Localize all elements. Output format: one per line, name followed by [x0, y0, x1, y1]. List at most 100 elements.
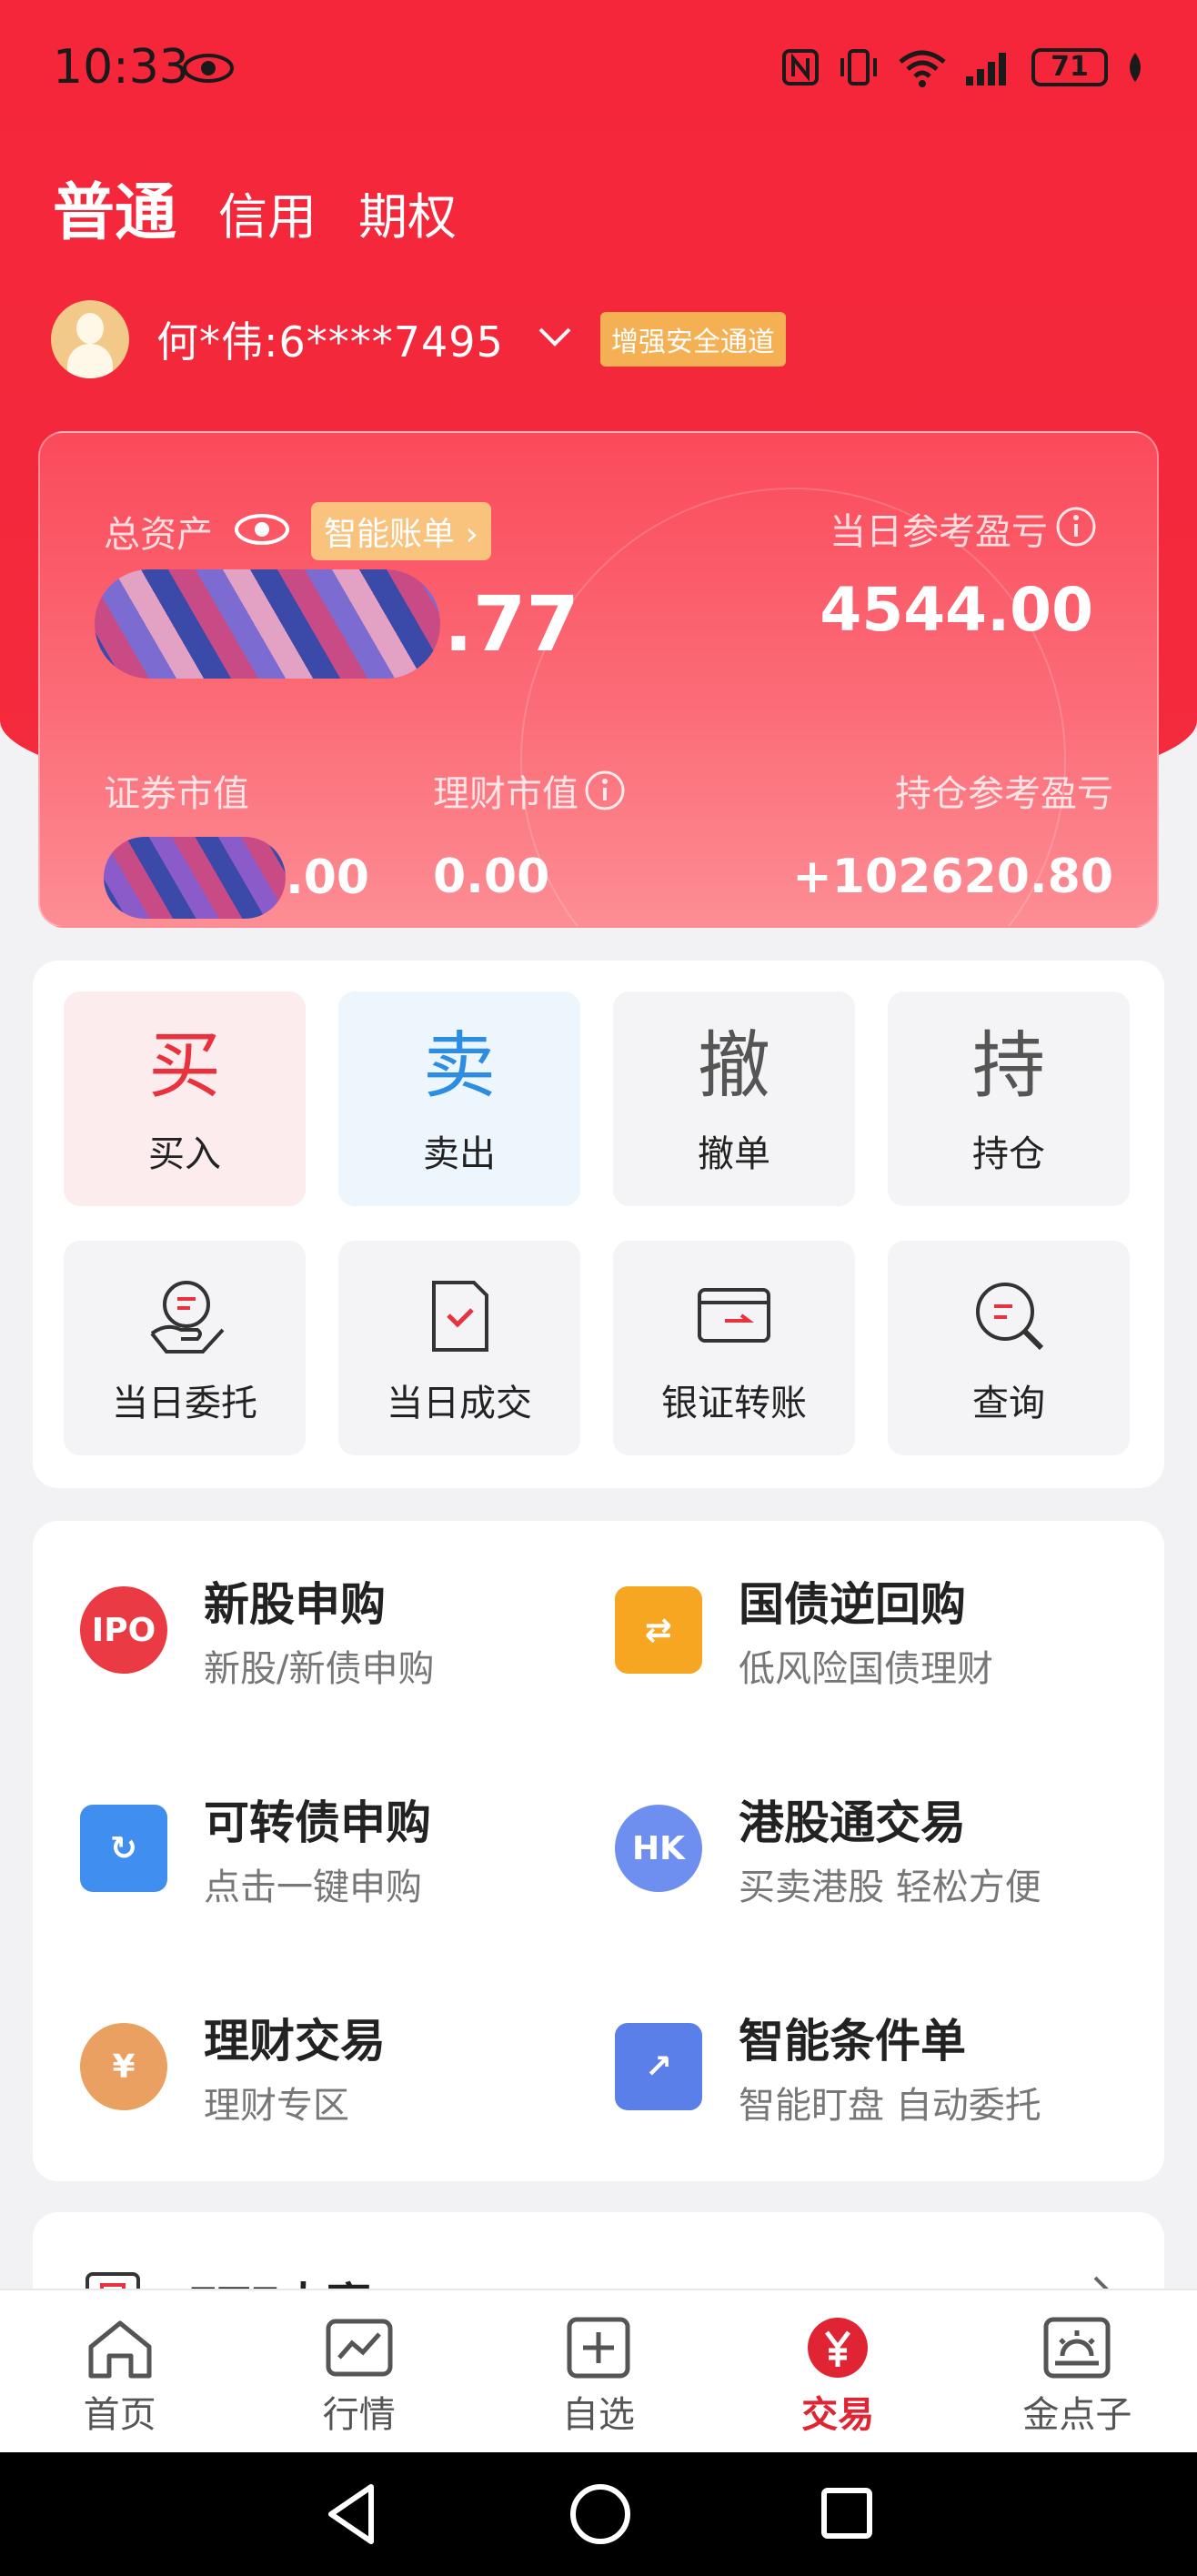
daily-pl-label: 当日参考盈亏 [830, 511, 1048, 553]
service-subtitle: 低风险国债理财 [739, 1648, 993, 1690]
sell-button[interactable]: 卖 卖出 [338, 991, 580, 1206]
tab-watchlist[interactable]: 自选 [478, 2290, 718, 2452]
buy-button[interactable]: 买 买入 [64, 991, 306, 1206]
home-circle-icon[interactable] [566, 2478, 635, 2551]
service-title: 理财交易 [204, 2015, 386, 2068]
query-label: 查询 [972, 1383, 1045, 1424]
privacy-mosaic [104, 837, 286, 919]
service-subtitle: 买卖港股 轻松方便 [739, 1867, 1041, 1908]
account-type-tabs: 普通 信用 期权 [53, 162, 457, 252]
position-pl-value: +102620.80 [792, 850, 1113, 904]
tab-market[interactable]: 行情 [239, 2290, 478, 2452]
hand-document-icon [150, 1281, 225, 1353]
chart-icon [326, 2319, 393, 2377]
eye-toggle-icon[interactable] [233, 511, 291, 551]
buy-label: 买入 [148, 1133, 221, 1175]
positions-button[interactable]: 持 持仓 [888, 991, 1130, 1206]
nfc-icon [782, 49, 819, 86]
cancel-label: 撤单 [698, 1133, 770, 1175]
securities-value-label: 证券市值 [104, 773, 249, 815]
bottom-tab-bar: 首页 行情 自选 交易 金点子 [0, 2289, 1197, 2452]
chevron-down-icon[interactable] [537, 326, 573, 353]
back-icon[interactable] [320, 2478, 384, 2551]
card-transfer-icon [698, 1288, 770, 1343]
wealth-trading-item[interactable]: ¥ 理财交易 理财专区 [80, 2005, 386, 2128]
system-navigation-bar [0, 2452, 1197, 2576]
eye-icon [182, 53, 235, 87]
tab-label: 金点子 [1022, 2394, 1132, 2436]
tab-trade[interactable]: 交易 [719, 2290, 958, 2452]
total-assets-header: 总资产 智能账单 › [104, 502, 491, 560]
today-deals-label: 当日成交 [387, 1383, 532, 1424]
hk-icon: HK [615, 1805, 702, 1892]
tab-home[interactable]: 首页 [0, 2290, 239, 2452]
cancel-glyph: 撤 [698, 1023, 770, 1108]
reverse-repo-item[interactable]: ⇄ 国债逆回购 低风险国债理财 [615, 1568, 993, 1692]
secure-channel-badge[interactable]: 增强安全通道 [599, 312, 786, 367]
info-icon[interactable] [584, 770, 626, 811]
today-deals-button[interactable]: 当日成交 [338, 1241, 580, 1455]
service-title: 港股通交易 [739, 1796, 966, 1849]
buy-glyph: 买 [148, 1023, 221, 1108]
tab-credit[interactable]: 信用 [218, 176, 317, 248]
service-title: 智能条件单 [739, 2015, 966, 2068]
search-icon [976, 1283, 1044, 1351]
battery-level: 71 [1031, 48, 1108, 86]
yuan-icon [808, 2318, 869, 2378]
vibrate-icon [840, 49, 877, 86]
service-title: 可转债申购 [204, 1796, 431, 1849]
positions-glyph: 持 [972, 1023, 1045, 1108]
wifi-icon [899, 50, 946, 87]
daily-pl-header: 当日参考盈亏 [830, 502, 1097, 555]
tab-label: 首页 [83, 2394, 156, 2436]
wealth-value-label: 理财市值 [433, 773, 578, 815]
total-assets-cents: .77 [444, 579, 579, 669]
leaf-icon [1130, 53, 1141, 82]
avatar [51, 300, 129, 378]
status-time: 10:33 [53, 40, 189, 95]
position-pl-label: 持仓参考盈亏 [895, 773, 1113, 815]
recents-icon[interactable] [815, 2478, 879, 2551]
asset-card: 总资产 智能账单 › .77 当日参考盈亏 4544.00 证券市值 理财市值 … [38, 431, 1159, 928]
cancel-order-button[interactable]: 撤 撤单 [613, 991, 855, 1206]
sell-glyph: 卖 [423, 1023, 496, 1108]
tab-ideas[interactable]: 金点子 [958, 2290, 1197, 2452]
quick-actions-panel: 买 买入 卖 卖出 撤 撤单 持 持仓 当日委托 当日成交 银证转账 查询 [33, 961, 1164, 1488]
bank-transfer-button[interactable]: 银证转账 [613, 1241, 855, 1455]
ipo-icon: IPO [80, 1586, 167, 1674]
tab-normal[interactable]: 普通 [53, 162, 176, 252]
account-selector[interactable]: 何*伟:6****7495 增强安全通道 [51, 300, 786, 378]
securities-value-cents: .00 [286, 850, 370, 905]
hk-connect-item[interactable]: HK 港股通交易 买卖港股 轻松方便 [615, 1786, 1041, 1910]
money-bag-icon: ¥ [80, 2023, 167, 2110]
service-title: 国债逆回购 [739, 1578, 966, 1631]
checked-document-icon [432, 1281, 488, 1352]
services-panel: IPO 新股申购 新股/新债申购 ⇄ 国债逆回购 低风险国债理财 ↻ 可转债申购… [33, 1521, 1164, 2181]
today-orders-button[interactable]: 当日委托 [64, 1241, 306, 1455]
wealth-value: 0.00 [433, 850, 550, 904]
query-button[interactable]: 查询 [888, 1241, 1130, 1455]
signal-icon [966, 53, 1006, 86]
tab-options[interactable]: 期权 [358, 176, 457, 248]
service-subtitle: 理财专区 [204, 2085, 349, 2127]
status-bar: 10:33 71 [0, 0, 1197, 146]
total-assets-value: .77 [95, 569, 579, 679]
privacy-mosaic [95, 569, 440, 679]
smart-condition-order-item[interactable]: ↗ 智能条件单 智能盯盘 自动委托 [615, 2005, 1041, 2128]
ipo-subscription-item[interactable]: IPO 新股申购 新股/新债申购 [80, 1568, 434, 1692]
sunrise-icon [1043, 2317, 1111, 2379]
service-subtitle: 点击一键申购 [204, 1867, 422, 1908]
smart-bill-button[interactable]: 智能账单 › [311, 502, 491, 560]
service-title: 新股申购 [204, 1578, 386, 1631]
status-icons: 71 [780, 47, 1146, 87]
positions-label: 持仓 [972, 1133, 1045, 1175]
today-orders-label: 当日委托 [112, 1383, 257, 1424]
wealth-value-header: 理财市值 [433, 764, 626, 817]
convertible-bond-item[interactable]: ↻ 可转债申购 点击一键申购 [80, 1786, 431, 1910]
tab-label: 自选 [562, 2394, 635, 2436]
securities-value: .00 [104, 837, 369, 919]
info-icon[interactable] [1055, 506, 1097, 551]
smart-order-icon: ↗ [615, 2023, 702, 2110]
tab-label: 交易 [801, 2394, 875, 2436]
total-assets-label: 总资产 [104, 514, 213, 556]
